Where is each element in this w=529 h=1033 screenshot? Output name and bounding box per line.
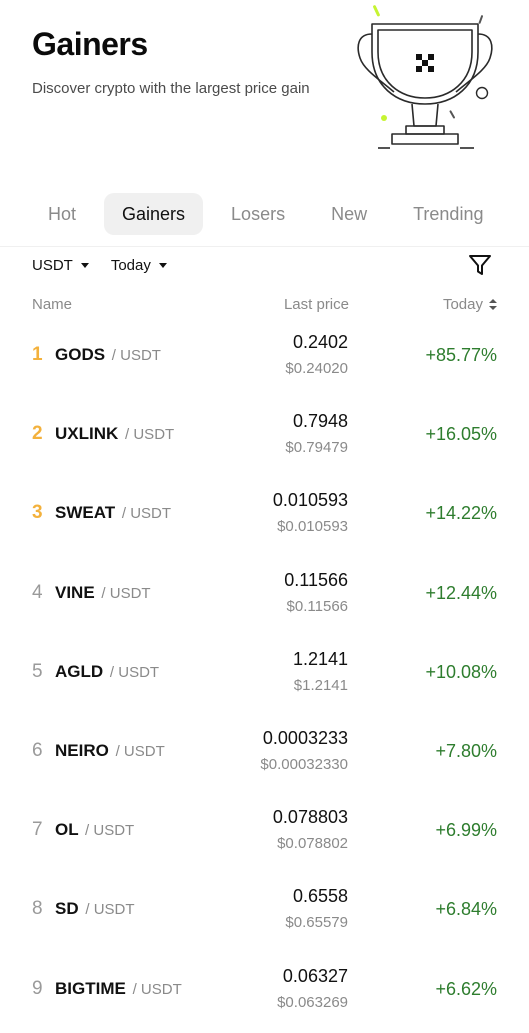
usd-price: $0.79479 bbox=[285, 439, 348, 457]
quote-symbol: / USDT bbox=[121, 505, 172, 523]
trophy-illustration bbox=[357, 5, 493, 149]
list-item[interactable]: 7 OL / USDT 0.078803 $0.078802 +6.99% bbox=[0, 795, 529, 874]
column-header-name: Name bbox=[32, 296, 73, 313]
last-price: 0.2402 bbox=[292, 332, 348, 352]
last-price: 0.6558 bbox=[292, 886, 348, 907]
last-price: 0.7948 bbox=[292, 411, 348, 432]
base-symbol: SD bbox=[55, 899, 79, 919]
last-price: 0.06327 bbox=[282, 965, 348, 986]
quote-symbol: / USDT bbox=[85, 822, 135, 840]
tab-new[interactable]: New bbox=[313, 193, 385, 235]
list-item[interactable]: 5 AGLD / USDT 1.2141 $1.2141 +10.08% bbox=[0, 637, 529, 716]
rank: 8 bbox=[32, 898, 43, 920]
filter-icon[interactable] bbox=[467, 252, 493, 278]
rank: 4 bbox=[32, 581, 43, 603]
column-header-change-label: Today bbox=[442, 296, 483, 313]
list-item[interactable]: 6 NEIRO / USDT 0.0003233 $0.00032330 +7.… bbox=[0, 716, 529, 795]
tab-losers[interactable]: Losers bbox=[213, 193, 303, 235]
tab-gainers[interactable]: Gainers bbox=[104, 193, 204, 235]
usd-price: $0.65579 bbox=[285, 914, 348, 932]
quote-symbol: / USDT bbox=[125, 426, 175, 444]
base-symbol: SWEAT bbox=[55, 503, 116, 523]
usd-price: $0.063269 bbox=[277, 993, 348, 1011]
list-item[interactable]: 2 UXLINK / USDT 0.7948 $0.79479 +16.05% bbox=[0, 399, 529, 478]
pair-symbol: VINE / USDT bbox=[55, 583, 151, 603]
column-header-price: Last price bbox=[283, 296, 349, 313]
base-symbol: BIGTIME bbox=[55, 978, 126, 998]
pair-symbol: GODS / USDT bbox=[55, 345, 161, 365]
currency-value: USDT bbox=[32, 256, 73, 274]
rank: 6 bbox=[32, 739, 43, 761]
last-price: 0.0003233 bbox=[262, 727, 348, 748]
change-percent: +6.84% bbox=[435, 899, 497, 920]
usd-price: $0.010593 bbox=[277, 518, 348, 536]
base-symbol: AGLD bbox=[55, 661, 104, 681]
usd-price: $0.00032330 bbox=[260, 755, 348, 773]
pair-symbol: OL / USDT bbox=[55, 820, 134, 840]
currency-dropdown[interactable]: USDT bbox=[32, 257, 89, 274]
tab-hot[interactable]: Hot bbox=[30, 193, 94, 235]
pair-symbol: NEIRO / USDT bbox=[55, 741, 165, 761]
filter-bar: USDT Today bbox=[32, 254, 189, 276]
rank: 2 bbox=[32, 423, 43, 445]
base-symbol: NEIRO bbox=[55, 740, 109, 760]
last-price: 0.010593 bbox=[272, 490, 348, 511]
usd-price: $0.24020 bbox=[285, 360, 348, 377]
change-percent: +6.62% bbox=[435, 978, 497, 999]
list-item[interactable]: 3 SWEAT / USDT 0.010593 $0.010593 +14.22… bbox=[0, 478, 529, 557]
rank: 9 bbox=[32, 977, 43, 999]
pair-symbol: SWEAT / USDT bbox=[55, 503, 171, 523]
quote-symbol: / USDT bbox=[101, 584, 151, 602]
usd-price: $0.11566 bbox=[286, 597, 348, 615]
quote-symbol: / USDT bbox=[85, 901, 135, 919]
last-price: 0.11566 bbox=[284, 569, 348, 590]
rank: 1 bbox=[32, 344, 43, 365]
change-percent: +14.22% bbox=[425, 503, 497, 524]
quote-symbol: / USDT bbox=[132, 980, 182, 998]
usd-price: $0.078802 bbox=[277, 835, 348, 853]
rank: 7 bbox=[32, 819, 43, 841]
page-description: Discover crypto with the largest price g… bbox=[32, 80, 310, 97]
change-percent: +6.99% bbox=[435, 820, 497, 841]
last-price: 0.078803 bbox=[272, 807, 348, 828]
category-tabs: Hot Gainers Losers New Trending bbox=[30, 192, 511, 236]
period-value: Today bbox=[110, 256, 151, 274]
hero-banner: Gainers Discover crypto with the largest… bbox=[0, 0, 529, 175]
base-symbol: UXLINK bbox=[55, 424, 119, 444]
rank: 5 bbox=[32, 660, 43, 682]
change-percent: +85.77% bbox=[425, 345, 497, 365]
period-dropdown[interactable]: Today bbox=[111, 257, 167, 274]
tab-trending[interactable]: Trending bbox=[395, 193, 501, 235]
base-symbol: OL bbox=[55, 820, 79, 840]
page-title: Gainers bbox=[32, 26, 148, 62]
tabs-divider bbox=[0, 246, 529, 247]
base-symbol: GODS bbox=[55, 345, 106, 364]
list-item[interactable]: 9 BIGTIME / USDT 0.06327 $0.063269 +6.62… bbox=[0, 954, 529, 1033]
pair-symbol: BIGTIME / USDT bbox=[55, 979, 182, 999]
sort-icon[interactable] bbox=[489, 298, 497, 311]
quote-symbol: / USDT bbox=[115, 742, 165, 760]
pair-symbol: SD / USDT bbox=[55, 899, 135, 919]
change-percent: +12.44% bbox=[425, 582, 497, 603]
pair-symbol: UXLINK / USDT bbox=[55, 424, 174, 444]
quote-symbol: / USDT bbox=[109, 663, 160, 681]
list-item[interactable]: 8 SD / USDT 0.6558 $0.65579 +6.84% bbox=[0, 874, 529, 953]
list-item[interactable]: 4 VINE / USDT 0.11566 $0.11566 +12.44% bbox=[0, 558, 529, 637]
list-item[interactable]: 1 GODS / USDT 0.2402 $0.24020 +85.77% bbox=[0, 320, 529, 399]
base-symbol: VINE bbox=[55, 582, 95, 602]
change-percent: +10.08% bbox=[425, 661, 497, 682]
caret-down-icon bbox=[80, 262, 89, 268]
change-percent: +16.05% bbox=[425, 424, 497, 445]
pair-symbol: AGLD / USDT bbox=[55, 662, 159, 682]
change-percent: +7.80% bbox=[435, 740, 497, 761]
column-header-change[interactable]: Today bbox=[443, 296, 497, 313]
rank: 3 bbox=[32, 502, 43, 524]
quote-symbol: / USDT bbox=[111, 347, 161, 364]
gainers-list: 1 GODS / USDT 0.2402 $0.24020 +85.77% 2 … bbox=[0, 320, 529, 1033]
usd-price: $1.2141 bbox=[293, 676, 348, 694]
caret-down-icon bbox=[158, 262, 167, 268]
last-price: 1.2141 bbox=[292, 648, 348, 669]
